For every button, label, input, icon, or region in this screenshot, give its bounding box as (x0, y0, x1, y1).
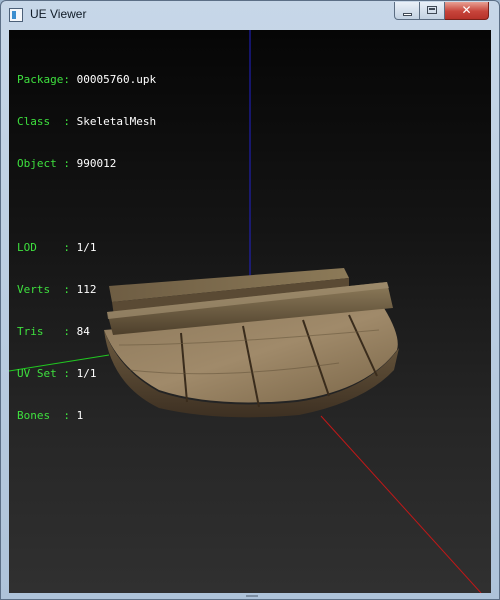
window-title: UE Viewer (30, 7, 87, 21)
maximize-button[interactable] (420, 2, 445, 20)
axis-x-line (320, 415, 482, 593)
info-bones: Bones : 1 (17, 409, 84, 422)
info-tris: Tris : 84 (17, 325, 90, 338)
close-button[interactable]: ✕ (445, 2, 489, 20)
info-package: Package: 00005760.upk (17, 73, 157, 86)
mesh-info-overlay: Package: 00005760.upk Class : SkeletalMe… (17, 45, 156, 451)
3d-viewport[interactable]: Package: 00005760.upk Class : SkeletalMe… (9, 30, 491, 593)
window-app-icon[interactable] (9, 8, 23, 22)
app-window: UE Viewer ✕ Package: 00005760.upk Class … (0, 0, 500, 600)
minimize-icon (395, 2, 419, 19)
info-lod: LOD : 1/1 (17, 241, 97, 254)
minimize-button[interactable] (394, 2, 420, 20)
resize-grip[interactable] (246, 595, 258, 597)
info-uvset: UV Set : 1/1 (17, 367, 97, 380)
close-icon: ✕ (461, 3, 472, 17)
info-verts: Verts : 112 (17, 283, 97, 296)
info-object: Object : 990012 (17, 157, 117, 170)
info-class: Class : SkeletalMesh (17, 115, 157, 128)
title-bar[interactable]: UE Viewer ✕ (1, 1, 499, 30)
maximize-icon (420, 2, 444, 19)
